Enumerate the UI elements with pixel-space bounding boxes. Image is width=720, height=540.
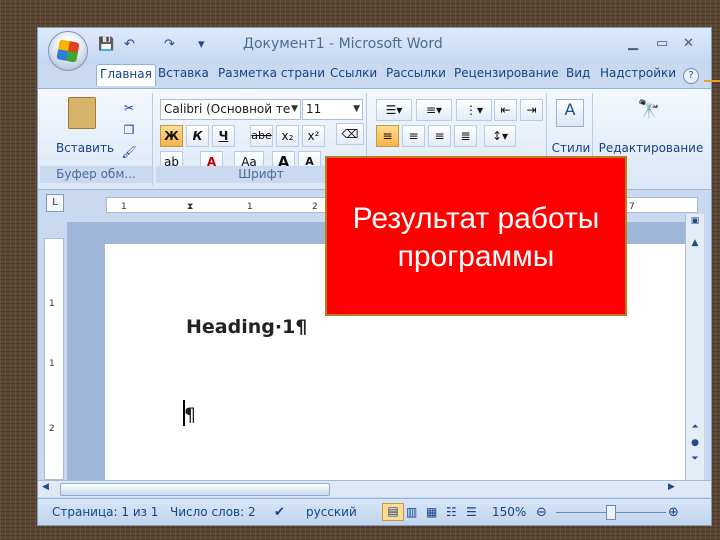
bold-button[interactable]: Ж xyxy=(160,125,183,147)
callout-line-1: Результат работы xyxy=(352,202,600,235)
spellcheck-icon[interactable]: ✔ xyxy=(274,505,285,520)
browse-object-icon[interactable]: ● xyxy=(687,438,703,448)
status-bar: Страница: 1 из 1 Число слов: 2 ✔ русский… xyxy=(38,498,711,525)
strikethrough-button[interactable]: abe xyxy=(250,125,273,147)
paste-icon[interactable] xyxy=(68,97,96,129)
empty-paragraph[interactable]: ¶ xyxy=(182,400,196,426)
ruler-tick: 7 xyxy=(629,202,635,212)
zoom-out-icon[interactable]: ⊖ xyxy=(536,505,547,520)
zoom-level[interactable]: 150% xyxy=(492,505,526,519)
minimize-icon[interactable]: ▁ xyxy=(628,36,638,51)
numbering-icon[interactable]: ≡▾ xyxy=(416,99,452,121)
word-count[interactable]: Число слов: 2 xyxy=(170,505,256,519)
scroll-thumb[interactable] xyxy=(60,483,330,496)
copy-icon[interactable]: ❐ xyxy=(118,119,140,141)
page-count[interactable]: Страница: 1 из 1 xyxy=(52,505,158,519)
align-right-icon[interactable]: ≡ xyxy=(428,125,451,147)
tab-references[interactable]: Ссылки xyxy=(330,66,377,80)
ruler-toggle-icon[interactable]: ▣ xyxy=(687,216,703,226)
bullets-icon[interactable]: ☰▾ xyxy=(376,99,412,121)
ruler-tick: 1 xyxy=(121,202,127,212)
web-layout-icon[interactable]: ▦ xyxy=(426,505,437,519)
align-center-icon[interactable]: ≡ xyxy=(402,125,425,147)
italic-button[interactable]: К xyxy=(186,125,209,147)
clear-formatting-icon[interactable]: ⌫ xyxy=(336,123,364,145)
slide-decoration xyxy=(704,80,720,82)
tab-home[interactable]: Главная xyxy=(96,64,156,86)
horizontal-scrollbar[interactable]: ◀ ▶ xyxy=(38,480,711,497)
ruler-tick: 1 xyxy=(49,359,55,369)
justify-icon[interactable]: ≣ xyxy=(454,125,477,147)
binoculars-icon[interactable]: 🔭 xyxy=(636,99,662,125)
help-icon[interactable]: ? xyxy=(683,68,699,84)
save-icon[interactable]: 💾 xyxy=(98,36,114,54)
language[interactable]: русский xyxy=(306,505,357,519)
tab-view[interactable]: Вид xyxy=(566,66,590,80)
draft-icon[interactable]: ☰ xyxy=(466,505,477,519)
clipboard-group-label: Буфер обм... xyxy=(40,166,152,183)
maximize-icon[interactable]: ▭ xyxy=(656,36,668,51)
superscript-button[interactable]: x² xyxy=(302,125,325,147)
font-size-value: 11 xyxy=(306,102,322,116)
scroll-right-icon[interactable]: ▶ xyxy=(668,482,675,492)
callout-line-2: программы xyxy=(397,240,555,273)
window-title: Документ1 - Microsoft Word xyxy=(243,36,443,52)
print-layout-icon[interactable]: ▤ xyxy=(382,503,404,521)
tab-page-layout[interactable]: Разметка страни xyxy=(218,66,325,80)
chevron-down-icon: ▼ xyxy=(353,104,360,114)
decrease-indent-icon[interactable]: ⇤ xyxy=(494,99,517,121)
result-callout: Результат работы программы xyxy=(325,156,627,316)
zoom-in-icon[interactable]: ⊕ xyxy=(668,505,679,520)
outline-icon[interactable]: ☷ xyxy=(446,505,457,519)
tab-mailings[interactable]: Рассылки xyxy=(386,66,446,80)
ruler-tick: 2 xyxy=(312,202,318,212)
full-screen-reading-icon[interactable]: ▥ xyxy=(406,505,417,519)
tab-insert[interactable]: Вставка xyxy=(158,66,209,80)
multilevel-list-icon[interactable]: ⋮▾ xyxy=(456,99,492,121)
clipboard-group: Вставить ✂ ❐ 🖌 Буфер обм... xyxy=(40,93,153,185)
office-button[interactable] xyxy=(48,31,88,71)
title-bar: 💾 ↶ ↷ ▾ Документ1 - Microsoft Word ▁ ▭ ✕ xyxy=(38,28,711,64)
font-name-value: Calibri (Основной те xyxy=(164,102,291,116)
align-left-icon[interactable]: ≡ xyxy=(376,125,399,147)
redo-icon[interactable]: ↷ xyxy=(164,36,175,54)
increase-indent-icon[interactable]: ⇥ xyxy=(520,99,543,121)
vertical-ruler[interactable]: 1 1 2 xyxy=(44,238,64,480)
heading-paragraph[interactable]: Heading·1¶ xyxy=(186,316,307,338)
customize-qat-icon[interactable]: ▾ xyxy=(198,36,205,54)
tab-selector-icon[interactable]: L xyxy=(46,194,64,212)
paste-button[interactable]: Вставить xyxy=(54,137,116,159)
next-page-icon[interactable]: ⏷ xyxy=(687,454,703,464)
subscript-button[interactable]: x₂ xyxy=(276,125,299,147)
office-logo-icon xyxy=(56,39,80,63)
vertical-scrollbar[interactable]: ▣ ▲ ⏶ ● ⏷ xyxy=(685,214,704,480)
scroll-up-icon[interactable]: ▲ xyxy=(687,238,703,248)
styles-icon[interactable]: A xyxy=(556,99,584,127)
zoom-slider-thumb[interactable] xyxy=(606,505,616,520)
underline-button[interactable]: Ч xyxy=(212,125,235,147)
tab-review[interactable]: Рецензирование xyxy=(454,66,559,80)
ruler-tick: 2 xyxy=(49,424,55,434)
close-icon[interactable]: ✕ xyxy=(683,36,694,51)
line-spacing-icon[interactable]: ↕▾ xyxy=(484,125,516,147)
chevron-down-icon: ▼ xyxy=(291,104,298,114)
font-name-combo[interactable]: Calibri (Основной те ▼ xyxy=(160,99,301,120)
format-painter-icon[interactable]: 🖌 xyxy=(118,141,140,163)
tab-addins[interactable]: Надстройки xyxy=(600,66,676,80)
cut-icon[interactable]: ✂ xyxy=(118,97,140,119)
ruler-tick: 1 xyxy=(247,202,253,212)
previous-page-icon[interactable]: ⏶ xyxy=(687,422,703,432)
undo-icon[interactable]: ↶ xyxy=(124,36,135,54)
ruler-tick: 1 xyxy=(49,299,55,309)
scroll-left-icon[interactable]: ◀ xyxy=(42,482,49,492)
indent-marker-icon[interactable]: ⧗ xyxy=(187,202,193,212)
font-size-combo[interactable]: 11 ▼ xyxy=(302,99,363,120)
